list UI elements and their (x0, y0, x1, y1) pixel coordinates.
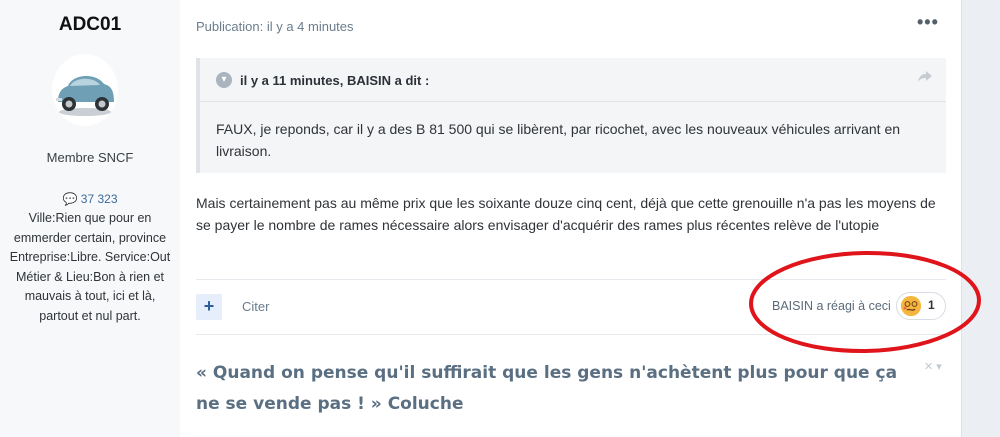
post-card: ADC01 Membre SNCF 💬 37 323 Ville:Rien qu… (0, 0, 962, 437)
reaction-count: 1 (928, 298, 935, 312)
post-date[interactable]: Publication: il y a 4 minutes (196, 19, 354, 34)
author-panel: ADC01 Membre SNCF 💬 37 323 Ville:Rien qu… (0, 0, 180, 437)
author-fields: Ville:Rien que pour en emmerder certain,… (9, 211, 171, 323)
reaction-summary[interactable]: BAISIN a réagi à ceci (772, 299, 891, 313)
avatar[interactable] (52, 54, 118, 126)
author-name[interactable]: ADC01 (0, 14, 180, 36)
quote-header: ▾ il y a 11 minutes, BAISIN a dit : (200, 58, 946, 102)
multiquote-button[interactable]: + (196, 294, 222, 320)
share-icon[interactable] (918, 70, 932, 86)
post-body: Mais certainement pas au même prix que l… (196, 195, 936, 233)
signature-close-icon[interactable]: ✕ ▾ (924, 360, 942, 373)
comment-icon: 💬 (62, 192, 78, 206)
divider (196, 334, 946, 335)
signature: « Quand on pense qu'il suffirait que les… (196, 363, 898, 414)
quote-text: FAUX, je reponds, car il y a des B 81 50… (216, 121, 901, 159)
confused-face-icon (901, 296, 921, 316)
chevron-down-icon[interactable]: ▾ (216, 72, 232, 88)
quote-block: ▾ il y a 11 minutes, BAISIN a dit : FAUX… (196, 58, 946, 173)
reaction-button[interactable]: 1 (896, 292, 946, 320)
quote-citation[interactable]: il y a 11 minutes, BAISIN a dit : (240, 73, 429, 88)
post-count-value: 37 323 (80, 192, 118, 206)
divider (196, 279, 946, 280)
post-count[interactable]: 💬 37 323 (0, 192, 180, 206)
more-options-icon[interactable]: ••• (917, 12, 939, 33)
quote-button[interactable]: Citer (242, 299, 269, 314)
member-group: Membre SNCF (46, 150, 134, 165)
